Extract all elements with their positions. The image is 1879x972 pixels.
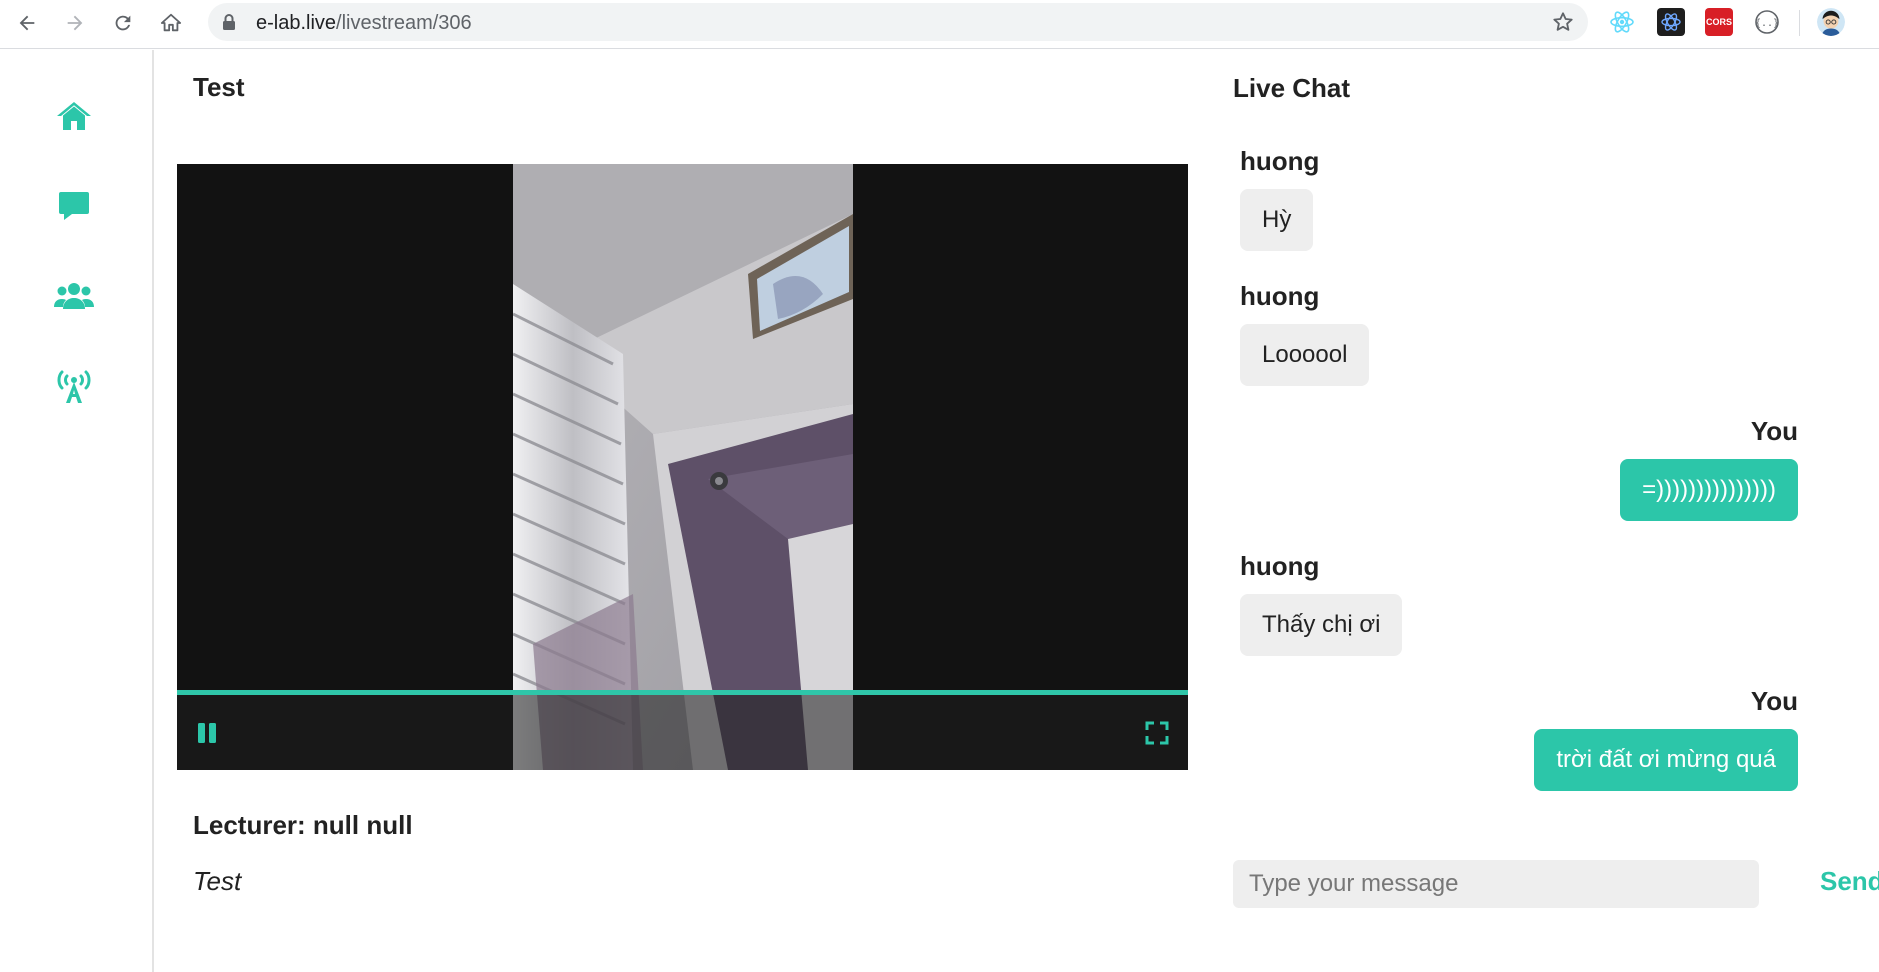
home-browser-button[interactable] — [154, 6, 188, 40]
lock-icon — [223, 14, 235, 30]
send-button[interactable]: Send — [1820, 866, 1879, 897]
video-frame-image — [513, 164, 853, 770]
reload-button[interactable] — [106, 6, 140, 40]
sidebar-item-livestream[interactable] — [52, 364, 96, 408]
avatar-icon — [1817, 8, 1845, 36]
message-sender: You — [1750, 686, 1798, 716]
chat-title: Live Chat — [1233, 73, 1351, 103]
arrow-right-icon — [67, 15, 83, 31]
chat-message-input[interactable] — [1233, 860, 1759, 908]
chat-message: huong Hỳ — [1240, 146, 1319, 251]
toolbar-separator — [1799, 10, 1800, 36]
sidebar-item-home[interactable] — [52, 94, 96, 138]
message-bubble: Hỳ — [1240, 189, 1314, 251]
pause-button[interactable] — [193, 719, 221, 747]
stream-description: Test — [193, 866, 242, 896]
video-frame — [513, 164, 853, 770]
fullscreen-icon — [1145, 721, 1169, 745]
svg-text:{..}: {..} — [1755, 18, 1779, 29]
users-icon — [54, 283, 94, 309]
chat-icon — [59, 192, 89, 220]
message-bubble-own: trời đất ơi mừng quá — [1534, 729, 1798, 791]
chat-message: huong Thấy chị ơi — [1240, 551, 1403, 656]
arrow-left-icon — [19, 15, 35, 31]
url-path: /livestream/306 — [336, 12, 472, 34]
url-host: e-lab.live — [256, 12, 337, 34]
message-bubble: Thấy chị ơi — [1240, 594, 1403, 656]
home-icon — [57, 102, 91, 130]
video-controls — [177, 695, 1188, 770]
message-bubble: Loooool — [1240, 324, 1370, 386]
chat-message-list[interactable]: huong Hỳ huong Loooool You =))))))))))))… — [1240, 146, 1798, 791]
url-text: e-lab.live/livestream/306 — [256, 12, 472, 35]
react-logo-icon — [1610, 11, 1634, 33]
video-player[interactable] — [177, 164, 1188, 770]
react-devtools-icon[interactable] — [1608, 8, 1636, 36]
fullscreen-button[interactable] — [1143, 719, 1171, 747]
redux-icon[interactable] — [1657, 8, 1685, 36]
home-outline-icon — [160, 13, 182, 32]
message-sender: huong — [1240, 551, 1320, 581]
broadcast-icon — [57, 370, 91, 403]
browser-toolbar: e-lab.live/livestream/306 CORS {..} — [0, 0, 1879, 49]
message-sender: You — [1750, 416, 1798, 446]
profile-avatar[interactable] — [1817, 8, 1845, 36]
back-button[interactable] — [10, 6, 44, 40]
lecturer-label: Lecturer: null null — [193, 810, 413, 840]
message-sender: huong — [1240, 146, 1320, 176]
message-bubble-own: =))))))))))))))) — [1620, 459, 1798, 521]
bookmark-star-icon[interactable] — [1552, 11, 1574, 33]
sidebar — [0, 50, 154, 972]
stream-title: Test — [193, 72, 245, 102]
address-bar[interactable]: e-lab.live/livestream/306 — [208, 3, 1588, 41]
chat-message-own: You =))))))))))))))) — [1620, 416, 1798, 521]
cors-label: CORS — [1705, 17, 1732, 27]
message-sender: huong — [1240, 281, 1320, 311]
reload-icon — [115, 15, 131, 31]
json-braces-icon: {..} — [1755, 10, 1779, 34]
pause-icon — [198, 723, 216, 743]
forward-button[interactable] — [58, 6, 92, 40]
chat-message-own: You trời đất ơi mừng quá — [1534, 686, 1798, 791]
chat-message: huong Loooool — [1240, 281, 1370, 386]
json-viewer-icon[interactable]: {..} — [1753, 8, 1781, 36]
sidebar-item-chat[interactable] — [52, 184, 96, 228]
sidebar-item-users[interactable] — [52, 274, 96, 318]
cors-icon[interactable]: CORS — [1705, 8, 1733, 36]
redux-logo-icon — [1661, 13, 1681, 31]
